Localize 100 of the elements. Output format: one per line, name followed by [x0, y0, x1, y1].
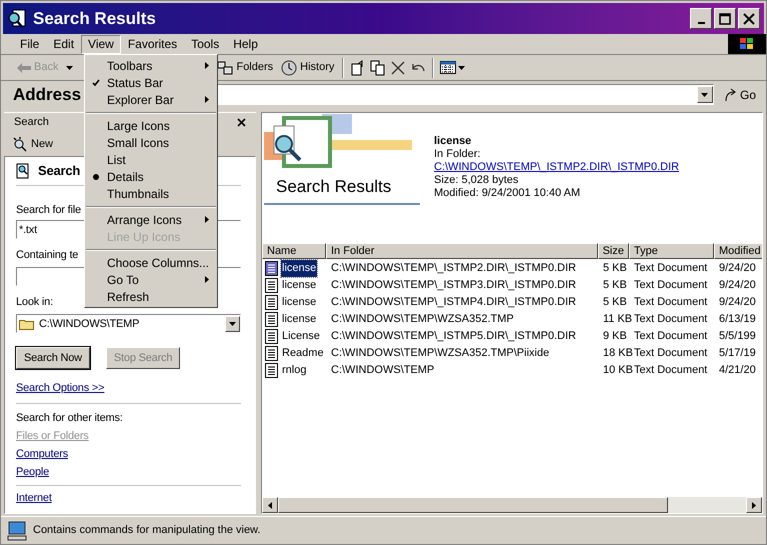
table-cell: C:\WINDOWS\TEMP	[331, 364, 434, 376]
table-cell[interactable]: Readme	[281, 345, 325, 362]
table-cell: Text Document	[634, 313, 708, 326]
field-label: Search for file	[16, 203, 81, 217]
text-document-icon	[265, 346, 278, 361]
search-document-icon	[7, 8, 27, 28]
menu-item[interactable]: Status Bar	[85, 74, 217, 91]
file-name: license	[434, 135, 472, 148]
column-header[interactable]: In Folder	[326, 243, 598, 259]
look-in-dropdown[interactable]: C:\WINDOWS\TEMP	[16, 314, 241, 333]
table-cell: Text Document	[634, 262, 708, 274]
menu-bar-item[interactable]: Favorites	[120, 34, 184, 54]
menu-item[interactable]: Choose Columns...	[85, 254, 217, 271]
horizontal-scrollbar[interactable]	[262, 497, 762, 513]
menu-bar-item[interactable]: Tools	[184, 34, 226, 54]
column-header[interactable]: Name	[262, 243, 326, 259]
folder-label: In Folder:	[434, 148, 482, 161]
column-header[interactable]: Modified	[714, 243, 762, 259]
computer-icon	[7, 520, 27, 540]
back-arrow-icon	[17, 62, 31, 72]
table-cell[interactable]: license	[281, 294, 318, 311]
section-label: Search for other items:	[16, 411, 123, 425]
menu-item[interactable]: Details	[85, 168, 217, 185]
menu-item[interactable]: Explorer Bar	[85, 91, 217, 108]
search-type-link[interactable]: People	[16, 465, 50, 479]
column-header[interactable]: Type	[629, 243, 714, 259]
table-cell: 5/5/199	[719, 330, 756, 342]
text-document-icon	[265, 312, 278, 327]
column-header[interactable]: Size	[598, 243, 629, 259]
table-cell: C:\WINDOWS\TEMP\_ISTMP3.DIR\_ISTMP0.DIR	[331, 279, 576, 292]
table-cell: 9/24/20	[719, 279, 756, 292]
table-cell[interactable]: rnlog	[281, 362, 308, 379]
table-cell: 9/24/20	[719, 296, 756, 308]
folder-icon	[19, 318, 35, 330]
table-cell: 5 KB	[603, 296, 627, 308]
menu-item[interactable]: Large Icons	[85, 117, 217, 134]
menu-item[interactable]: Toolbars	[85, 57, 217, 74]
table-cell: 9 KB	[603, 330, 627, 342]
text-document-icon	[265, 295, 278, 310]
table-cell[interactable]: license	[281, 311, 318, 328]
table-cell: 9/24/20	[719, 262, 756, 274]
banner-title: Search Results	[276, 176, 392, 198]
internet-link[interactable]: Internet	[16, 491, 52, 505]
close-button[interactable]	[738, 8, 760, 29]
dropdown-arrow-icon	[229, 322, 236, 326]
folders-button[interactable]: Folders	[215, 59, 276, 76]
menu-bar-item[interactable]: File	[13, 34, 46, 54]
delete-button[interactable]	[390, 60, 406, 76]
grid-view-icon	[440, 61, 456, 74]
table-cell: 18 KB	[603, 347, 633, 360]
copy-to-button[interactable]	[370, 60, 386, 76]
go-button[interactable]: Go	[720, 86, 760, 104]
text-document-icon	[265, 261, 278, 276]
menu-item[interactable]: Small Icons	[85, 134, 217, 151]
dropdown-button[interactable]	[696, 86, 713, 103]
minimize-icon	[698, 22, 704, 24]
table-cell: 10 KB	[603, 364, 633, 376]
folders-icon	[217, 60, 234, 74]
menu-item[interactable]: Refresh	[85, 288, 217, 305]
table-cell: 5 KB	[603, 262, 627, 274]
scroll-right-icon	[752, 502, 756, 508]
table-cell[interactable]: License	[281, 328, 321, 345]
minimize-button[interactable]	[690, 8, 712, 29]
new-search-button[interactable]: New	[12, 136, 54, 152]
menu-bar-item[interactable]: Help	[226, 34, 265, 54]
table-cell: 11 KB	[603, 313, 632, 326]
dropdown-button[interactable]	[225, 316, 240, 332]
windows-flag-icon	[740, 38, 754, 50]
views-button[interactable]	[440, 61, 466, 74]
address-label: Address	[13, 84, 81, 106]
close-icon[interactable]	[237, 118, 246, 127]
menu-bar-item[interactable]: Edit	[46, 34, 82, 54]
table-cell[interactable]: license	[281, 260, 318, 277]
search-type-link[interactable]: Computers	[16, 447, 68, 461]
field-label: Look in:	[16, 295, 53, 309]
folder-link[interactable]: C:\WINDOWS\TEMP\_ISTMP2.DIR\_ISTMP0.DIR	[434, 161, 680, 174]
search-now-button[interactable]: Search Now	[16, 347, 90, 369]
text-document-icon	[265, 363, 278, 378]
search-options-link[interactable]: Search Options >>	[16, 381, 104, 395]
table-cell: Text Document	[634, 296, 708, 308]
clock-icon	[281, 60, 298, 76]
menu-item[interactable]: List	[85, 151, 217, 168]
menu-bar-item[interactable]: View	[81, 34, 121, 54]
menu-item[interactable]: Thumbnails	[85, 185, 217, 202]
field-label: Containing te	[16, 248, 78, 262]
text-document-icon	[265, 329, 278, 344]
table-cell: 6/13/19	[719, 313, 756, 326]
menu-item[interactable]: Go To	[85, 271, 217, 288]
table-cell[interactable]: license	[281, 277, 318, 294]
pane-title: Search	[14, 115, 49, 130]
maximize-button[interactable]	[714, 8, 736, 29]
copy-documents-icon	[370, 60, 386, 76]
text-document-icon	[265, 278, 278, 293]
status-text: Contains commands for manipulating the view.	[33, 523, 260, 538]
table-cell: C:\WINDOWS\TEMP\_ISTMP5.DIR\_ISTMP0.DIR	[331, 330, 576, 342]
menu-item[interactable]: Arrange Icons	[85, 211, 217, 228]
history-button[interactable]: History	[279, 59, 336, 76]
modified-date: Modified: 9/24/2001 10:40 AM	[434, 187, 582, 200]
search-document-icon	[16, 163, 30, 179]
table-cell: C:\WINDOWS\TEMP\WZSA352.TMP	[331, 313, 514, 326]
